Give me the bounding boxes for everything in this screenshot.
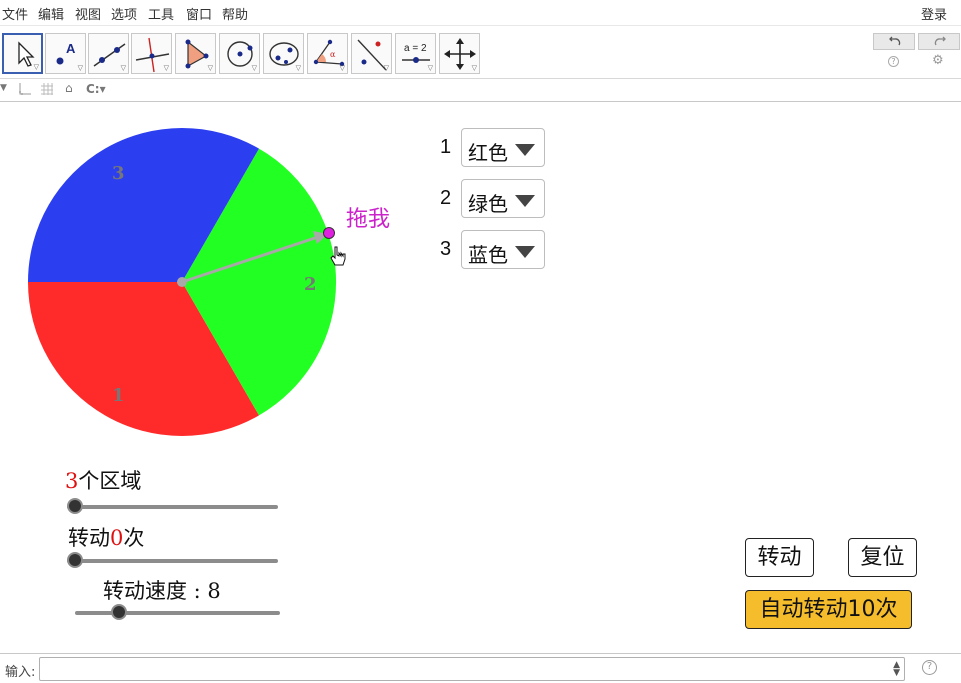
- drag-handle-point[interactable]: [323, 227, 335, 239]
- sector-label-2: 2: [304, 274, 317, 295]
- conic-tool-button[interactable]: ▽: [263, 33, 304, 74]
- tool-menu-arrow-icon: ▽: [339, 64, 345, 72]
- tool-menu-arrow-icon: ▽: [383, 64, 389, 72]
- dropdown-arrow-icon: [515, 246, 535, 258]
- settings-gear-icon[interactable]: ⚙: [932, 53, 944, 68]
- spin-button[interactable]: 转动: [745, 538, 814, 577]
- tool-menu-arrow-icon: ▽: [471, 64, 477, 72]
- menu-bar: 文件 编辑 视图 选项 工具 窗口 帮助 登录: [0, 0, 961, 26]
- dropdown-value: 蓝色: [468, 243, 508, 267]
- assignment-number-3: 3: [440, 238, 452, 260]
- menu-window[interactable]: 窗口: [186, 4, 212, 23]
- line-tool-button[interactable]: ▽: [88, 33, 129, 74]
- drag-me-label: 拖我: [346, 207, 391, 232]
- hand-cursor-icon: [330, 246, 346, 266]
- menu-help[interactable]: 帮助: [222, 4, 248, 23]
- spins-suffix: 次: [123, 526, 145, 550]
- slider-tool-button[interactable]: a = 2 ▽: [395, 33, 436, 74]
- spins-prefix: 转动: [68, 526, 110, 550]
- input-label: 输入:: [5, 665, 36, 680]
- perpendicular-tool-button[interactable]: ▽: [131, 33, 172, 74]
- polygon-tool-button[interactable]: ▽: [175, 33, 216, 74]
- menu-options[interactable]: 选项: [111, 4, 137, 23]
- spins-slider-track[interactable]: [67, 559, 278, 563]
- angle-tool-button[interactable]: α ▽: [307, 33, 348, 74]
- svg-text:A: A: [66, 41, 76, 56]
- reset-button[interactable]: 复位: [848, 538, 917, 577]
- sector-label-3: 3: [112, 163, 125, 184]
- regions-slider-caption: 3个区域: [65, 465, 141, 495]
- speed-slider-track[interactable]: [75, 611, 280, 615]
- toolbar-help-icon[interactable]: ?: [888, 56, 899, 67]
- color-dropdown-3[interactable]: 蓝色: [461, 230, 545, 269]
- tool-menu-arrow-icon: ▽: [295, 64, 301, 72]
- regions-count: 3: [65, 469, 79, 493]
- assignment-number-1: 1: [440, 136, 452, 158]
- regions-slider-knob[interactable]: [67, 498, 83, 514]
- menu-tools[interactable]: 工具: [148, 4, 174, 23]
- slider-tool-label: a = 2: [404, 43, 427, 54]
- circle-tool-button[interactable]: ▽: [219, 33, 260, 74]
- tool-menu-arrow-icon: ▽: [163, 64, 169, 72]
- move-graphics-tool-button[interactable]: ▽: [439, 33, 480, 74]
- point-tool-button[interactable]: A ▽: [45, 33, 86, 74]
- dropdown-arrow-icon: [515, 195, 535, 207]
- input-history-arrows-icon[interactable]: ▲ ▼: [893, 661, 900, 678]
- svg-text:α: α: [330, 50, 336, 59]
- color-dropdown-2[interactable]: 绿色: [461, 179, 545, 218]
- dropdown-value: 绿色: [468, 192, 508, 216]
- regions-slider-track[interactable]: [67, 505, 278, 509]
- regions-suffix: 个区域: [78, 469, 142, 493]
- command-input[interactable]: ▲ ▼: [39, 657, 905, 681]
- input-bar: 输入: ▲ ▼ ?: [0, 653, 961, 683]
- graphics-view: 1 2 3 拖我 1 红色 2 绿色 3 蓝色 3个区域 转动0次 转动速度 :…: [0, 103, 961, 653]
- speed-slider-knob[interactable]: [111, 604, 127, 620]
- style-bar: ▼ ⌂ C:▾: [0, 80, 961, 102]
- spins-count: 0: [110, 526, 124, 550]
- menu-edit[interactable]: 编辑: [38, 4, 64, 23]
- sector-label-1: 1: [112, 385, 125, 406]
- tool-menu-arrow-icon: ▽: [251, 64, 257, 72]
- undo-button[interactable]: [873, 33, 915, 50]
- input-help-icon[interactable]: ?: [922, 660, 937, 675]
- tool-menu-arrow-icon: ▽: [120, 64, 126, 72]
- reflect-tool-button[interactable]: ▽: [351, 33, 392, 74]
- color-dropdown-1[interactable]: 红色: [461, 128, 545, 167]
- menu-view[interactable]: 视图: [75, 4, 101, 23]
- tool-menu-arrow-icon: ▽: [427, 64, 433, 72]
- dropdown-value: 红色: [468, 141, 508, 165]
- stylebar-toggle-icon[interactable]: ▼: [0, 83, 7, 93]
- point-capture-icon[interactable]: C:▾: [86, 82, 106, 96]
- menu-file[interactable]: 文件: [2, 4, 28, 23]
- tool-menu-arrow-icon: ▽: [77, 64, 83, 72]
- grid-toggle-icon[interactable]: [40, 82, 54, 99]
- tool-menu-arrow-icon: ▽: [207, 64, 213, 72]
- speed-slider-caption: 转动速度 : 8: [103, 579, 221, 603]
- redo-icon: [934, 36, 946, 46]
- login-link[interactable]: 登录: [921, 4, 947, 23]
- assignment-number-2: 2: [440, 187, 452, 209]
- axes-toggle-icon[interactable]: [18, 82, 32, 99]
- tool-menu-arrow-icon: ▽: [33, 63, 39, 71]
- spins-slider-caption: 转动0次: [68, 522, 144, 552]
- undo-icon: [889, 36, 901, 46]
- wheel-center-point: [177, 277, 187, 287]
- move-tool-button[interactable]: ▽: [2, 33, 43, 74]
- auto-spin-button[interactable]: 自动转动10次: [745, 590, 912, 629]
- home-view-icon[interactable]: ⌂: [65, 81, 73, 95]
- redo-button[interactable]: [918, 33, 960, 50]
- dropdown-arrow-icon: [515, 144, 535, 156]
- toolbar: ▽ A ▽ ▽ ▽ ▽ ▽ ▽ α ▽ ▽ a = 2 ▽ ▽ ? ⚙: [0, 27, 961, 79]
- spins-slider-knob[interactable]: [67, 552, 83, 568]
